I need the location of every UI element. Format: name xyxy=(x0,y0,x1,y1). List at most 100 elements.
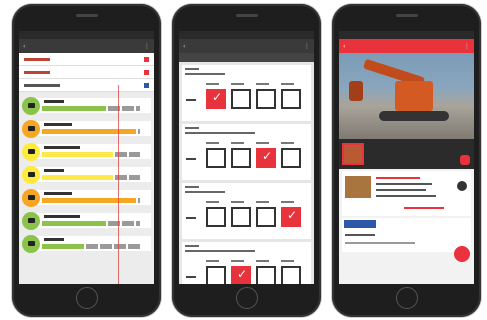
idle-segment xyxy=(114,244,126,249)
check-question xyxy=(185,186,199,188)
idle-segment xyxy=(138,129,140,134)
machine-row[interactable] xyxy=(22,96,151,115)
phone-2: ‹ ⋮ xyxy=(172,4,321,317)
back-icon[interactable]: ‹ xyxy=(23,43,41,50)
option-headers xyxy=(206,83,306,85)
checkbox[interactable] xyxy=(231,89,251,109)
menu-icon[interactable]: ⋮ xyxy=(132,43,150,50)
idle-segment xyxy=(86,244,98,249)
machine-thumbnail xyxy=(345,176,371,198)
row-label xyxy=(186,158,196,160)
checkbox[interactable] xyxy=(206,148,226,168)
machine-photo[interactable] xyxy=(339,53,474,139)
machine-row[interactable] xyxy=(22,165,151,184)
checkbox[interactable] xyxy=(256,89,276,109)
row-label xyxy=(186,217,196,219)
check-description xyxy=(185,132,255,134)
add-fab-button[interactable] xyxy=(454,246,470,262)
checkbox-checked[interactable] xyxy=(256,148,276,168)
phone-1: ‹ ⋮ xyxy=(12,4,161,317)
checkbox[interactable] xyxy=(281,89,301,109)
usage-fill xyxy=(42,152,113,157)
idle-segment xyxy=(138,198,140,203)
home-button[interactable] xyxy=(75,287,98,309)
machine-row[interactable] xyxy=(22,234,151,253)
machine-status-icon xyxy=(22,188,40,207)
photo-thumbnail[interactable] xyxy=(342,143,364,165)
check-question xyxy=(185,245,199,247)
machine-status-icon xyxy=(22,234,40,253)
checkbox[interactable] xyxy=(256,266,276,284)
camera-icon[interactable] xyxy=(460,155,470,165)
machine-name xyxy=(44,238,64,241)
usage-fill xyxy=(42,221,106,226)
red-tag-icon xyxy=(144,56,149,62)
checkbox[interactable] xyxy=(256,207,276,227)
status-chip[interactable] xyxy=(344,220,376,228)
checkbox-group xyxy=(206,89,306,109)
check-question xyxy=(185,68,199,70)
check-description xyxy=(185,191,225,193)
check-item xyxy=(182,65,311,121)
excavator-track xyxy=(379,111,449,121)
machine-name xyxy=(44,169,64,172)
usage-fill xyxy=(42,244,84,249)
checkbox[interactable] xyxy=(206,207,226,227)
usage-bar xyxy=(36,190,151,205)
check-item xyxy=(182,183,311,239)
machine-card[interactable] xyxy=(342,171,471,216)
back-icon[interactable]: ‹ xyxy=(343,43,361,50)
excavator-bucket xyxy=(349,81,363,101)
machine-name xyxy=(44,215,80,218)
usage-bar xyxy=(36,144,151,159)
usage-bar xyxy=(36,213,151,228)
machine-row[interactable] xyxy=(22,142,151,161)
filter-row-3[interactable] xyxy=(19,79,154,92)
idle-segment xyxy=(115,152,127,157)
filter-row-2[interactable] xyxy=(19,66,154,79)
idle-segment xyxy=(129,175,140,180)
log-card xyxy=(342,218,471,252)
screen-inspection-checklist: ‹ ⋮ xyxy=(179,31,314,284)
status-bar xyxy=(19,31,154,39)
option-headers xyxy=(206,260,306,262)
machine-status-icon xyxy=(22,119,40,138)
red-tag-icon xyxy=(144,69,149,75)
checkbox[interactable] xyxy=(231,148,251,168)
machine-name xyxy=(44,146,80,149)
nav-bar: ‹ ⋮ xyxy=(339,39,474,53)
checkbox-group xyxy=(206,148,306,168)
machine-status-icon xyxy=(22,142,40,161)
excavator-cab xyxy=(395,81,433,111)
home-button[interactable] xyxy=(395,287,418,309)
menu-icon[interactable]: ⋮ xyxy=(452,43,470,50)
usage-fill xyxy=(42,106,106,111)
idle-segment xyxy=(128,244,140,249)
checkbox[interactable] xyxy=(206,266,226,284)
checkbox-group xyxy=(206,207,306,227)
blue-tag-icon xyxy=(144,82,149,88)
machine-status-icon xyxy=(22,96,40,115)
idle-segment xyxy=(122,221,134,226)
checkbox-checked[interactable] xyxy=(206,89,226,109)
screen-machine-detail: ‹ ⋮ xyxy=(339,31,474,284)
menu-icon[interactable]: ⋮ xyxy=(292,43,310,50)
more-icon[interactable] xyxy=(457,181,467,191)
machine-row[interactable] xyxy=(22,211,151,230)
machine-row[interactable] xyxy=(22,119,151,138)
filter-row-1[interactable] xyxy=(19,53,154,66)
nav-bar: ‹ ⋮ xyxy=(19,39,154,53)
usage-bar xyxy=(36,98,151,113)
checkbox-checked[interactable] xyxy=(231,266,251,284)
back-icon[interactable]: ‹ xyxy=(183,43,201,50)
checkbox-group xyxy=(206,266,306,284)
machine-row[interactable] xyxy=(22,188,151,207)
idle-segment xyxy=(129,152,140,157)
checkbox-checked[interactable] xyxy=(281,207,301,227)
checkbox[interactable] xyxy=(231,207,251,227)
checkbox[interactable] xyxy=(281,266,301,284)
usage-bar xyxy=(36,236,151,251)
home-button[interactable] xyxy=(235,287,258,309)
status-bar xyxy=(179,31,314,39)
checkbox[interactable] xyxy=(281,148,301,168)
